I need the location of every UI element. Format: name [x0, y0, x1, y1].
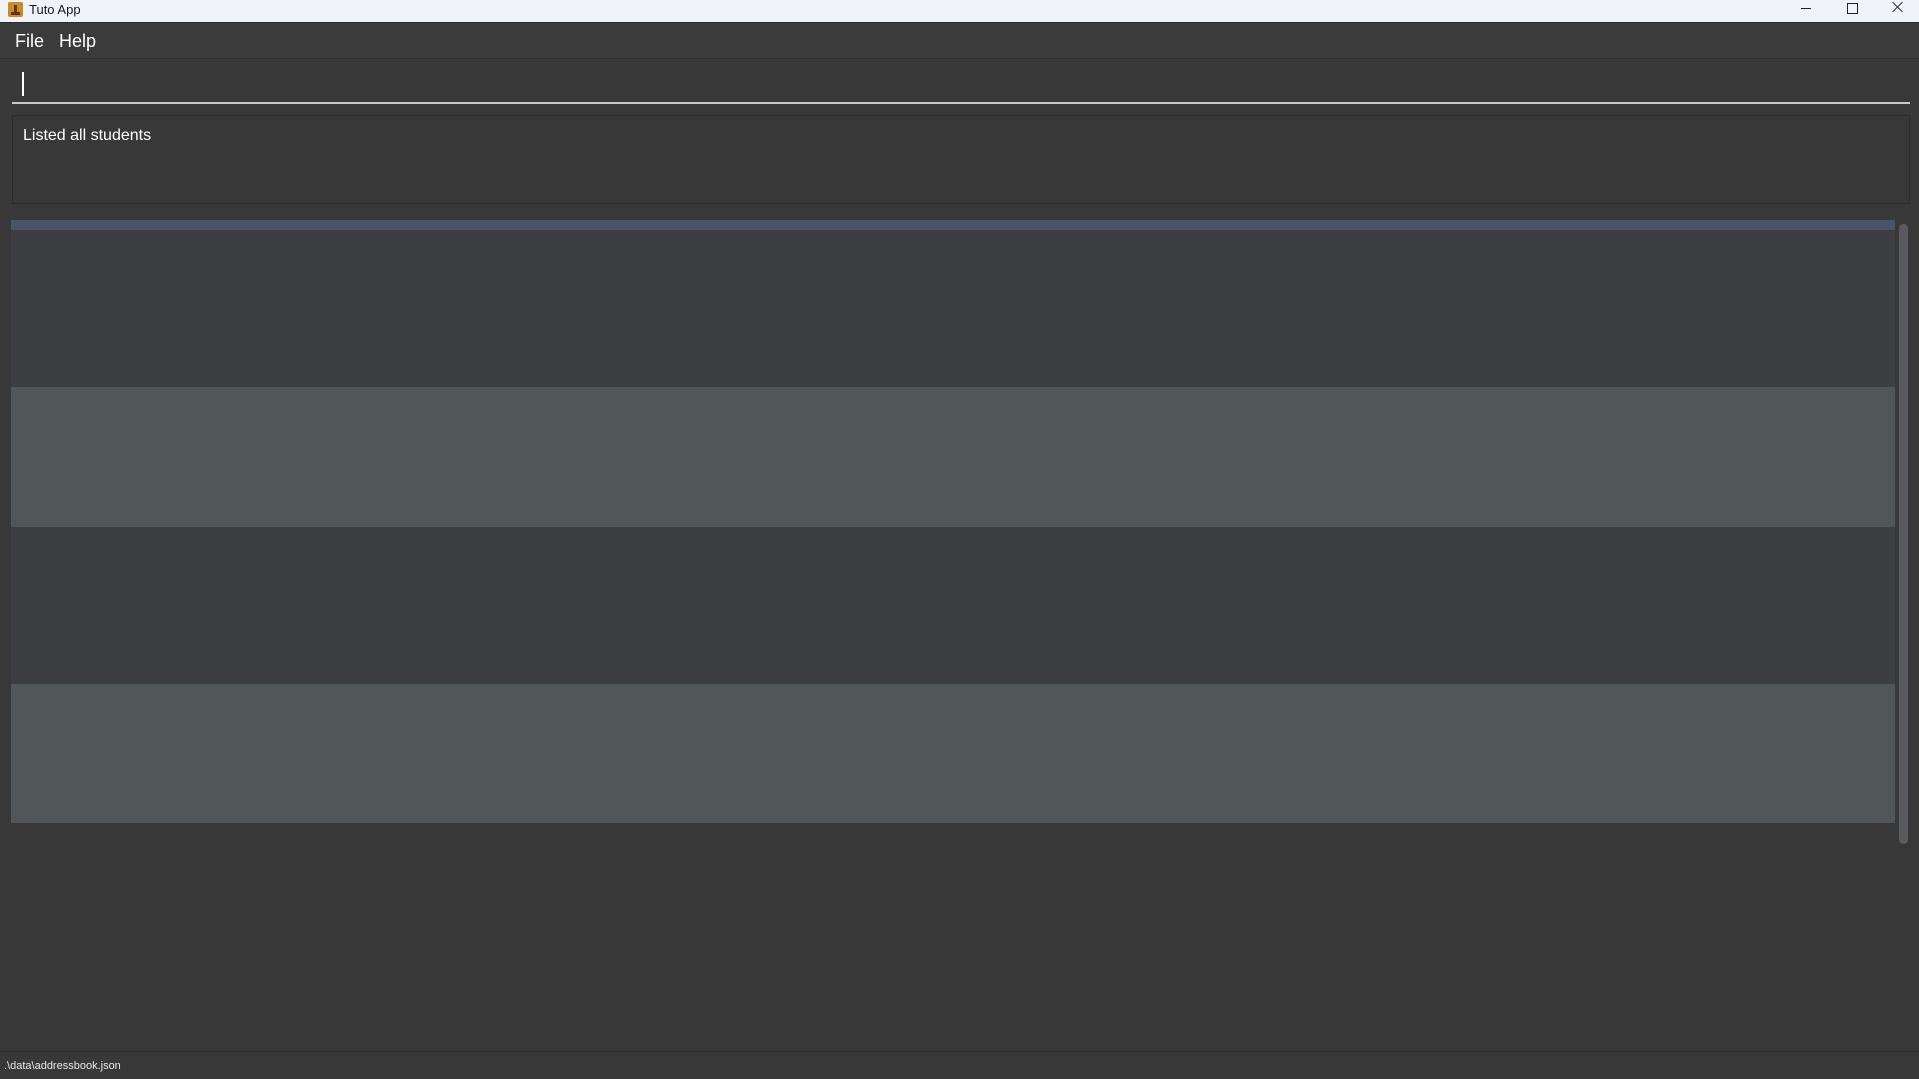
list-item[interactable] — [11, 684, 1895, 823]
list-item[interactable] — [11, 230, 1895, 387]
command-box — [12, 65, 1910, 104]
app-window: Tuto App File Help Listed all students .… — [0, 0, 1919, 1079]
result-display: Listed all students — [12, 115, 1910, 204]
maximize-icon[interactable] — [1829, 0, 1875, 22]
selected-row-indicator[interactable] — [11, 220, 1895, 230]
menu-file[interactable]: File — [15, 30, 44, 52]
result-message: Listed all students — [23, 127, 152, 144]
status-bar: .\data\addressbook.json — [0, 1051, 1919, 1079]
command-input[interactable] — [22, 69, 1882, 99]
minimize-icon[interactable] — [1783, 0, 1829, 22]
student-list — [11, 220, 1895, 823]
menu-bar: File Help — [0, 23, 1919, 59]
list-item[interactable] — [11, 527, 1895, 684]
save-location-text: .\data\addressbook.json — [4, 1060, 121, 1072]
scrollbar-thumb[interactable] — [1899, 224, 1908, 844]
list-item[interactable] — [11, 387, 1895, 527]
menu-help[interactable]: Help — [59, 30, 96, 52]
window-title: Tuto App — [29, 2, 81, 17]
title-bar: Tuto App — [0, 0, 1919, 23]
list-scrollbar[interactable] — [1896, 220, 1910, 850]
close-icon[interactable] — [1874, 0, 1919, 22]
app-logo-icon — [8, 2, 23, 17]
